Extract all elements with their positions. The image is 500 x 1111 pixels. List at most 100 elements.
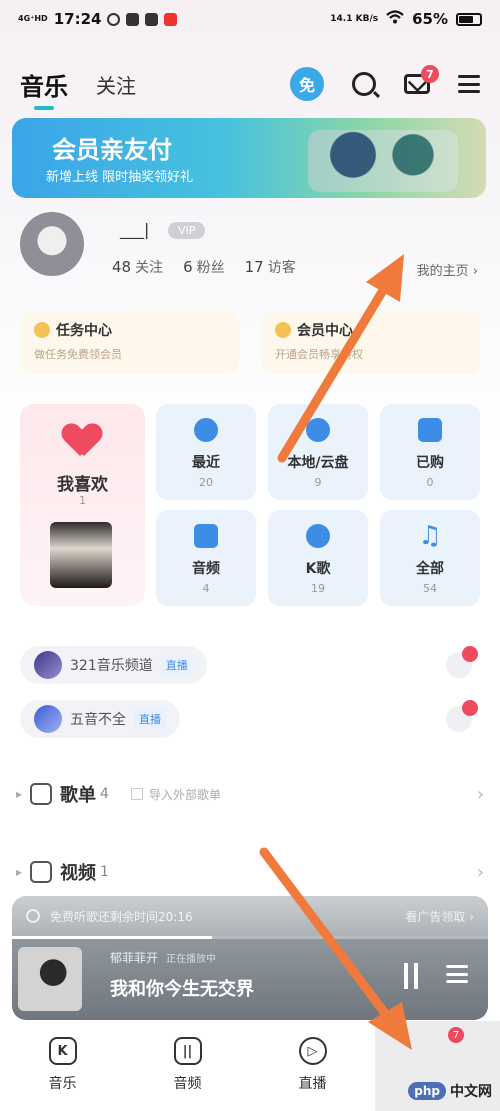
collapse-caret-icon[interactable]: ▸ — [16, 787, 22, 801]
music-k-icon: K — [48, 1037, 77, 1065]
import-playlist-link[interactable]: 导入外部歌单 — [130, 786, 221, 803]
clock: 17:24 — [53, 10, 102, 28]
my-homepage-link[interactable]: 我的主页 › — [417, 260, 478, 279]
playlist-queue-icon[interactable] — [446, 965, 468, 983]
playlist-section[interactable]: ▸ 歌单 4 导入外部歌单 › — [16, 776, 484, 812]
download-icon — [306, 418, 330, 442]
notification-dot — [462, 700, 478, 716]
tile-all[interactable]: ♫ 全部 54 — [380, 510, 480, 606]
live-tag: 直播 — [134, 709, 166, 729]
library-grid: 我喜欢 1 最近 20 本地/云盘 9 已购 0 音频 4 K歌 19 ♫ 全部… — [20, 404, 490, 608]
favorites-cover-image — [50, 522, 112, 588]
task-center-subtitle: 做任务免费领会员 — [34, 348, 122, 361]
watch-ad-button[interactable]: 看广告领取 › — [405, 908, 474, 925]
playlist-icon — [30, 783, 53, 805]
free-vip-icon[interactable]: 免 — [290, 67, 324, 101]
hamburger-menu-icon[interactable] — [458, 75, 480, 93]
nav-audio[interactable]: || 音频 — [125, 1021, 250, 1111]
coin-icon — [34, 322, 50, 338]
tile-count: 0 — [426, 476, 434, 489]
tile-karaoke[interactable]: K歌 19 — [268, 510, 368, 606]
clock-icon — [194, 418, 218, 442]
live-tag: 直播 — [160, 655, 193, 675]
app-notification-icon — [126, 12, 140, 26]
tab-follow[interactable]: 关注 — [96, 70, 136, 99]
notice-text: 免费听歌还剩余时间20:16 — [50, 909, 193, 924]
wifi-icon — [386, 10, 404, 28]
tile-purchased[interactable]: 已购 0 — [380, 404, 480, 500]
promo-banner[interactable]: 会员亲友付 新增上线 限时抽奖领好礼 — [12, 118, 486, 198]
tile-count: 54 — [423, 582, 437, 595]
song-cover[interactable] — [18, 947, 82, 1011]
live-play-icon: ▷ — [298, 1037, 327, 1065]
level-badge[interactable]: VIP — [168, 222, 206, 239]
nav-label: 音乐 — [48, 1076, 77, 1092]
list-item[interactable]: 321音乐频道 直播 — [20, 646, 482, 688]
watermark-logo: php — [408, 1082, 446, 1100]
microphone-icon — [306, 524, 330, 548]
battery-icon — [456, 12, 482, 26]
avatar[interactable] — [20, 212, 84, 276]
stat-fans[interactable]: 6 粉丝 — [183, 257, 225, 277]
chevron-right-icon[interactable]: › — [477, 784, 484, 805]
section-title: 视频 — [60, 863, 97, 884]
app-notification-icon — [107, 12, 121, 26]
stat-visitors[interactable]: 17 访客 — [245, 257, 296, 277]
tile-label: 已购 — [416, 455, 444, 471]
nav-mine[interactable]: 7 php 中文网 — [375, 1021, 500, 1111]
artist-note: 正在播放中 — [166, 954, 217, 965]
app-notification-icon — [145, 12, 159, 26]
list-item[interactable]: 五音不全 直播 — [20, 700, 482, 742]
chevron-right-icon[interactable]: › — [477, 862, 484, 883]
purchase-icon — [418, 418, 442, 442]
battery-percent: 65% — [412, 10, 448, 28]
diamond-icon — [275, 322, 291, 338]
channel-name: 321音乐频道 — [70, 658, 153, 674]
section-count: 1 — [100, 864, 109, 880]
tile-label: 音频 — [192, 561, 220, 577]
nav-live[interactable]: ▷ 直播 — [250, 1021, 375, 1111]
nav-label: 音频 — [173, 1076, 202, 1092]
radio-icon — [194, 524, 218, 548]
network-speed: 14.1 KB/s — [330, 14, 379, 24]
tile-label: 本地/云盘 — [287, 455, 349, 471]
tile-recent[interactable]: 最近 20 — [156, 404, 256, 500]
tile-audio[interactable]: 音频 4 — [156, 510, 256, 606]
mail-icon[interactable]: 7 — [404, 65, 439, 94]
nav-label: 直播 — [298, 1076, 327, 1092]
vip-center-card[interactable]: 会员中心 开通会员畅享特权 — [261, 312, 480, 374]
live-groups: 321音乐频道 直播 五音不全 直播 — [20, 646, 482, 754]
song-title[interactable]: 我和你今生无交界 — [110, 975, 254, 1001]
vip-center-title: 会员中心 — [297, 323, 353, 339]
video-icon — [30, 861, 53, 883]
bottom-navigation: K 音乐 || 音频 ▷ 直播 7 php 中文网 — [0, 1021, 500, 1111]
section-title: 歌单 — [60, 785, 97, 806]
tile-count: 9 — [314, 476, 322, 489]
search-icon[interactable] — [352, 72, 376, 96]
username[interactable]: ___| — [120, 220, 149, 239]
mini-player[interactable]: 免费听歌还剩余时间20:16 看广告领取 › 郁菲菲开 正在播放中 我和你今生无交… — [12, 896, 488, 1020]
banner-subtitle: 新增上线 限时抽奖领好礼 — [46, 170, 194, 185]
pause-icon[interactable] — [404, 963, 418, 989]
task-cards: 任务中心 做任务免费领会员 会员中心 开通会员畅享特权 — [20, 312, 480, 374]
stat-following[interactable]: 48 关注 — [112, 257, 163, 277]
nav-music[interactable]: K 音乐 — [0, 1021, 125, 1111]
video-section[interactable]: ▸ 视频 1 › — [16, 854, 484, 890]
profile-section: ___| VIP 48 关注 6 粉丝 17 访客 我的主页 › — [20, 212, 482, 292]
tile-count: 20 — [199, 476, 213, 489]
tab-music[interactable]: 音乐 — [20, 67, 68, 110]
section-count: 4 — [100, 786, 109, 802]
task-center-card[interactable]: 任务中心 做任务免费领会员 — [20, 312, 239, 374]
watermark-text: 中文网 — [450, 1084, 492, 1100]
collapse-caret-icon[interactable]: ▸ — [16, 865, 22, 879]
audio-icon: || — [173, 1037, 202, 1065]
channel-avatar — [34, 651, 62, 679]
app-notification-icon — [164, 12, 178, 26]
signal-indicator: 4G⁺HD — [18, 14, 48, 23]
tile-local-cloud[interactable]: 本地/云盘 9 — [268, 404, 368, 500]
favorites-card[interactable]: 我喜欢 1 — [20, 404, 145, 606]
notification-dot — [462, 646, 478, 662]
mail-badge: 7 — [421, 65, 439, 83]
favorites-label: 我喜欢 — [57, 475, 108, 495]
music-note-icon: ♫ — [418, 521, 442, 551]
